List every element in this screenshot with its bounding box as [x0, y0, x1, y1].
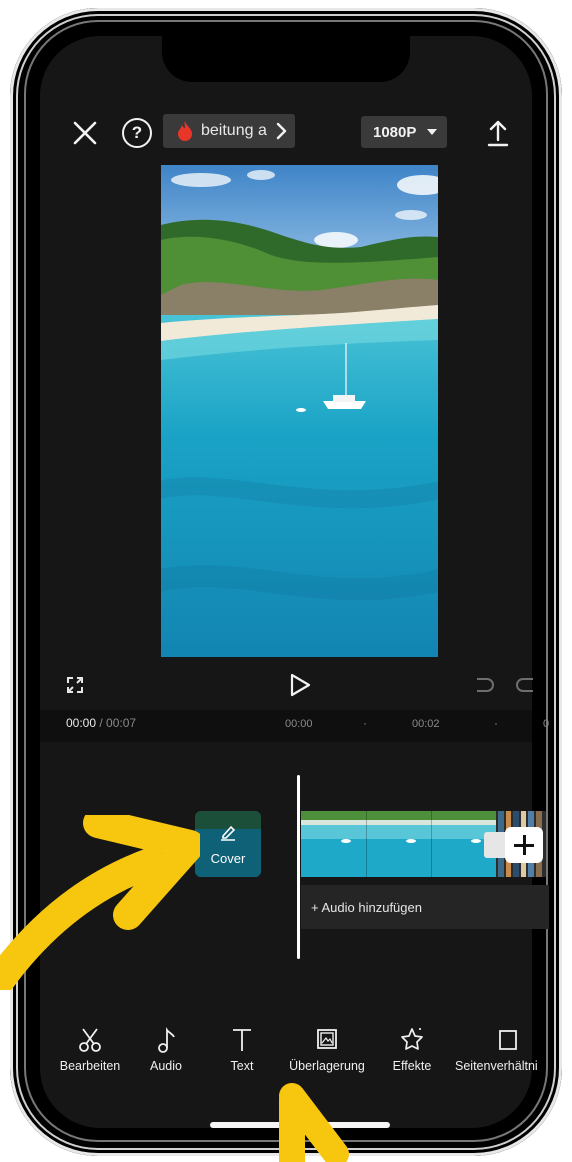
resolution-label: 1080P: [373, 124, 417, 141]
add-audio-label: Audio hinzufügen: [321, 900, 422, 915]
text-icon: [233, 1029, 251, 1051]
resolution-dropdown[interactable]: 1080P: [361, 116, 447, 148]
video-clip[interactable]: [301, 811, 496, 877]
tool-ueberlagerung[interactable]: Überlagerung: [282, 1026, 372, 1073]
total-time: 00:07: [106, 716, 137, 730]
tool-text[interactable]: Text: [197, 1026, 287, 1073]
undo-icon[interactable]: [474, 674, 496, 696]
tool-label: Effekte: [392, 1059, 432, 1073]
caret-down-icon: [427, 129, 437, 135]
redo-icon[interactable]: [514, 674, 536, 696]
fullscreen-icon[interactable]: [64, 674, 86, 696]
overlay-icon: [317, 1029, 337, 1049]
cover-button[interactable]: Cover: [195, 811, 261, 877]
help-icon[interactable]: ?: [122, 118, 152, 148]
close-icon[interactable]: [70, 118, 100, 148]
phone-notch: [162, 36, 410, 82]
play-icon[interactable]: [288, 672, 312, 698]
tool-label: Text: [230, 1059, 254, 1073]
add-audio-track[interactable]: + Audio hinzufügen: [301, 885, 549, 929]
chevron-right-icon: [276, 122, 287, 140]
music-note-icon: [158, 1027, 175, 1053]
ruler-dot: ·: [494, 716, 498, 730]
cover-label: Cover: [210, 851, 246, 866]
project-name: beitung a: [201, 122, 267, 139]
playhead[interactable]: [297, 775, 300, 959]
aspect-ratio-icon: [499, 1030, 517, 1050]
effects-star-icon: [401, 1028, 423, 1050]
tool-effekte[interactable]: Effekte: [367, 1026, 457, 1073]
ruler-dot: ·: [363, 716, 367, 730]
time-separator: /: [96, 716, 107, 730]
tool-seitenverhaeltnis[interactable]: Seitenverhältni: [455, 1026, 567, 1073]
plus-icon: +: [311, 900, 322, 915]
tool-label: Seitenverhältni: [455, 1059, 538, 1073]
scissors-icon: [79, 1028, 101, 1052]
add-clip-button[interactable]: [505, 827, 543, 863]
ruler-mark: 0: [543, 718, 550, 730]
frame-divider: [431, 811, 432, 877]
video-preview[interactable]: [161, 165, 438, 657]
pencil-icon: [221, 825, 236, 841]
project-name-button[interactable]: beitung a: [163, 114, 295, 148]
annotation-arrow-icon: [0, 815, 200, 990]
tool-label: Überlagerung: [289, 1059, 365, 1073]
timecode-readout: 00:00 / 00:07: [66, 716, 136, 730]
frame-divider: [366, 811, 367, 877]
flame-icon: [178, 121, 192, 141]
ruler-mark: 00:02: [412, 718, 440, 730]
ruler-mark: 00:00: [285, 718, 313, 730]
export-icon[interactable]: [486, 118, 510, 148]
annotation-arrow-icon: [279, 1083, 349, 1162]
current-time: 00:00: [66, 716, 97, 730]
